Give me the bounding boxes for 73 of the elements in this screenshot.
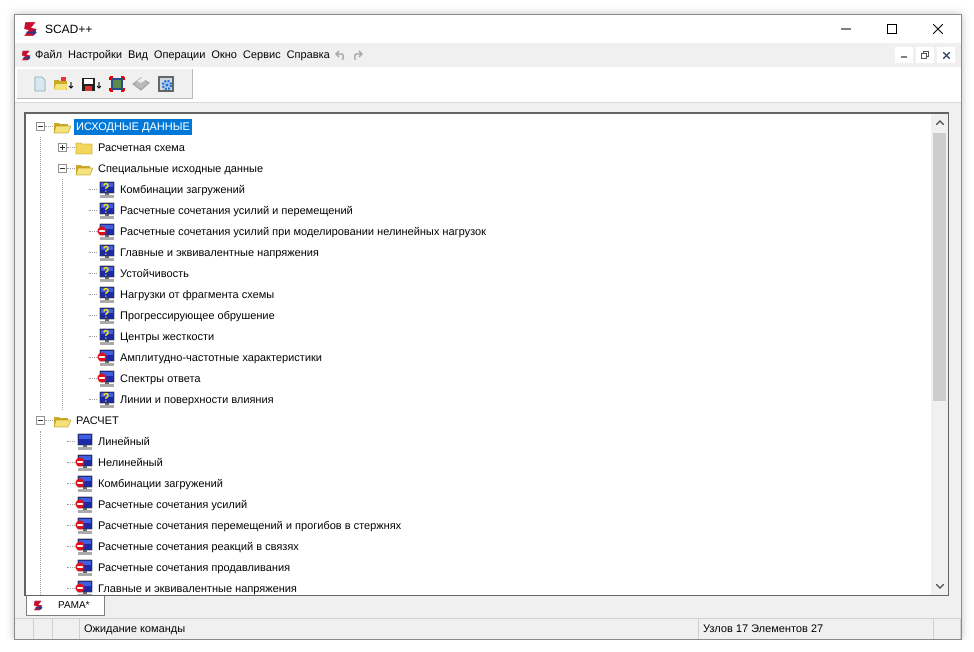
app-logo-icon [21,50,32,60]
tree-item[interactable]: Комбинации загружений [96,476,225,492]
tree-item[interactable]: Главные и эквивалентные напряжения [118,244,321,260]
menu-item[interactable]: Операции [150,47,208,63]
monitor-icon [75,432,93,450]
app-logo-icon [23,21,39,37]
monitor-question-icon [97,180,115,198]
minus-icon [59,165,66,172]
status-message: Ожидание команды [84,623,186,635]
frame-icon [109,76,125,92]
minus-icon [37,417,44,424]
scroll-down-icon[interactable] [936,584,944,589]
collapse-toggle[interactable] [58,164,67,173]
tree-item[interactable]: Специальные исходные данные [96,160,266,176]
floppy-icon [81,76,103,92]
maximize-icon [887,24,897,34]
settings-icon [157,74,175,92]
menu-item[interactable]: Окно [208,47,240,63]
minus-icon [37,123,44,130]
monitor-question-icon [97,306,115,324]
frame-button[interactable] [107,74,127,94]
tree-item[interactable]: ИСХОДНЫЕ ДАННЫЕ [74,118,192,134]
tree-item[interactable]: РАСЧЕТ [74,412,121,428]
menu-item[interactable]: Настройки [65,47,125,63]
child-close-button[interactable] [937,47,955,63]
folder-icon [75,140,93,154]
restore-icon [921,51,929,59]
undo-icon [334,50,347,60]
monitor-question-icon [97,264,115,282]
tree-item[interactable]: Расчетные сочетания продавливания [96,560,292,576]
tree-item[interactable]: Линейный [96,434,152,450]
tree-item[interactable]: Расчетные сочетания реакций в связях [96,538,301,554]
child-restore-button[interactable] [916,47,934,63]
monitor-question-icon [97,328,115,346]
app-logo-icon [33,600,44,611]
child-minimize-button[interactable] [895,47,913,63]
monitor-question-icon [97,202,115,220]
tree-item[interactable]: Центры жесткости [118,328,216,344]
monitor-question-icon [97,286,115,304]
tree-item[interactable]: Прогрессирующее обрушение [118,308,277,324]
tree-item[interactable]: Устойчивость [118,266,191,282]
tree-item[interactable]: Нагрузки от фрагмента схемы [118,286,276,302]
folder-icon [53,76,75,92]
tree-item[interactable]: Расчетные сочетания усилий при моделировании нелинейных нагрузок [118,224,488,240]
close-icon [933,24,943,34]
plus-icon [59,144,66,151]
tree-item[interactable]: Расчетные сочетания усилий [96,496,250,512]
collapse-toggle[interactable] [36,416,45,425]
tree-item[interactable]: Расчетные сочетания перемещений и прогибов в стержнях [96,518,404,534]
window-title: SCAD++ [45,22,94,36]
document-icon [33,76,47,92]
close-icon [942,52,950,58]
tree-item[interactable]: Линии и поверхности влияния [118,392,276,408]
menu-item[interactable]: Сервис [240,47,284,63]
printer-icon [131,74,151,92]
tree-item[interactable]: Амплитудно-частотные характеристики [118,350,324,366]
tree-item[interactable]: Комбинации загружений [118,182,247,198]
tree-item[interactable]: Расчетные сочетания усилий и перемещений [118,202,355,218]
menu-item[interactable]: Файл [32,47,66,63]
monitor-question-icon [97,244,115,262]
tree-item[interactable]: Спектры ответа [118,370,202,386]
tree-item[interactable]: Расчетная схема [96,140,187,156]
collapse-toggle[interactable] [36,122,45,131]
document-tab[interactable]: РАМА* [26,596,105,616]
tree-item[interactable]: Нелинейный [96,454,165,470]
tree-item[interactable]: Главные и эквивалентные напряжения [96,580,299,595]
menu-item[interactable]: Справка [284,47,333,63]
vertical-scrollbar[interactable] [931,114,948,595]
expand-toggle[interactable] [58,143,67,152]
scroll-up-icon[interactable] [936,120,944,125]
monitor-question-icon [97,390,115,408]
menu-item[interactable]: Вид [124,47,151,63]
status-counts: Узлов 17 Элементов 27 [703,623,824,635]
